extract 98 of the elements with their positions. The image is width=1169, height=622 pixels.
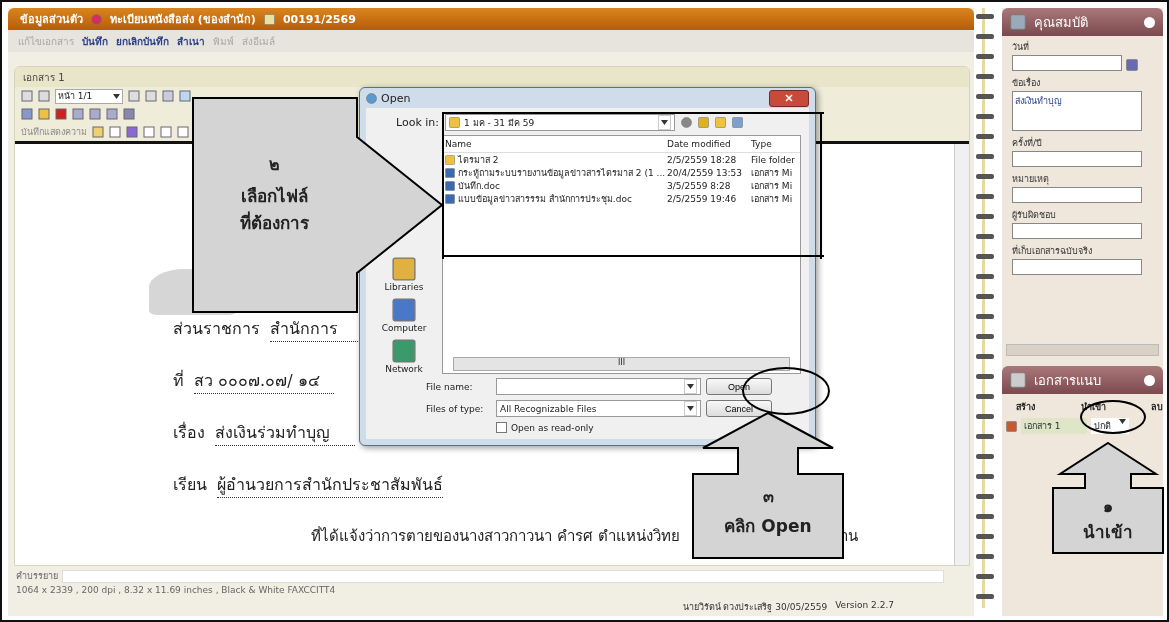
- document-label: เรื่อง: [173, 421, 205, 444]
- document-text: ที่ได้แจ้งว่าการตายของนางสาวกาวนา คำรศ ตำแหน่งวิทย: [311, 525, 680, 547]
- attachment-name[interactable]: เอกสาร 1: [1021, 418, 1087, 434]
- file-row[interactable]: แบบข้อมูลข่าวสารรรม สำนักการประชุม.doc 2/5/2559 19:46 เอกสาร Mi: [443, 192, 800, 205]
- caret-icon: [1119, 419, 1126, 424]
- callout-number: ๓: [761, 486, 775, 508]
- callout-text: เลือกไฟล์: [240, 185, 309, 208]
- subject-field[interactable]: ส่งเงินทำบุญ: [1012, 91, 1142, 131]
- place-item[interactable]: Libraries: [384, 257, 424, 292]
- caret-icon: [687, 384, 694, 389]
- file-row[interactable]: บันทึก.doc 3/5/2559 8:28 เอกสาร Mi: [443, 179, 800, 192]
- look-in-select[interactable]: 1 มค - 31 มีค 59: [445, 114, 675, 131]
- document-value: ผู้อำนวยการสำนักประชาสัมพันธ์: [217, 472, 443, 498]
- action-link[interactable]: สร้าง: [1016, 400, 1035, 414]
- document-value: สว ๐๐๐๗.๐๗/ ๑๔: [194, 368, 334, 394]
- page-icon[interactable]: [128, 90, 140, 102]
- field-label: ข้อเรื่อง: [1012, 76, 1041, 90]
- field-label: วันที่: [1012, 40, 1030, 54]
- field-label: ที่เก็บเอกสารฉบับจริง: [1012, 244, 1093, 258]
- file-type: เอกสาร Mi: [751, 180, 794, 193]
- vertical-scrollbar[interactable]: [954, 144, 969, 565]
- callout-text: คลิก Open: [723, 515, 813, 538]
- file-date: 20/4/2559 13:53: [667, 168, 743, 178]
- document-label: ส่วนราชการ: [173, 318, 260, 340]
- page-select[interactable]: หน้า 1/1: [55, 88, 123, 104]
- caret-icon: [687, 406, 694, 411]
- collapse-icon[interactable]: [1144, 374, 1155, 386]
- annotation-label: บันทึกแสดงความ: [21, 126, 87, 139]
- page-icon[interactable]: [106, 108, 118, 120]
- page-icon[interactable]: [179, 90, 191, 102]
- input-field[interactable]: [1012, 259, 1142, 275]
- callout-number: ๑: [1102, 496, 1114, 518]
- horizontal-scrollbar[interactable]: [1006, 344, 1159, 356]
- place-item[interactable]: Network: [385, 339, 423, 374]
- file-name-field[interactable]: [496, 378, 701, 395]
- file-type: เอกสาร Mi: [751, 193, 794, 206]
- field-label: หมายเหตุ: [1012, 173, 1050, 186]
- field-label: File name:: [426, 381, 474, 392]
- file-date: 2/5/2559 19:46: [667, 194, 738, 204]
- caption-field[interactable]: [62, 569, 944, 583]
- page-icon[interactable]: [38, 90, 50, 102]
- file-row[interactable]: ไตรมาส 2 2/5/2559 18:28 File folder: [443, 153, 800, 166]
- callout-text: ที่ต้องการ: [239, 210, 310, 235]
- file-name: บันทึก.doc: [458, 180, 501, 193]
- document-value: ส่งเงินร่วมทำบุญ: [215, 420, 355, 446]
- date-field[interactable]: [1012, 55, 1122, 71]
- file-row[interactable]: กระทู้ถามระบบรายงานข้อมูลข่าวสารไตรมาส 2 (1 ... 20/4/2559 13:53 เอกสาร Mi: [443, 166, 800, 179]
- file-name: กระทู้ถามระบบรายงานข้อมูลข่าวสารไตรมาส 2 (1 ...: [458, 167, 666, 180]
- field-label: ผู้รับผิดชอบ: [1012, 209, 1057, 222]
- section-title: ข้อมูลส่วนตัว: [20, 12, 83, 28]
- file-name: แบบข้อมูลข่าวสารรรม สำนักการประชุม.doc: [458, 193, 632, 206]
- close-button[interactable]: [769, 89, 809, 107]
- menu-item[interactable]: บันทึก: [82, 33, 108, 49]
- collapse-icon[interactable]: [1144, 16, 1155, 28]
- document-tab[interactable]: เอกสาร 1: [15, 67, 969, 87]
- version-text: Version 2.2.7: [835, 600, 894, 612]
- input-field[interactable]: [1012, 223, 1142, 239]
- image-info: 1064 x 2339 , 200 dpi , 8.32 x 11.69 inches , Black & White FAXCCITT4: [16, 585, 337, 595]
- field-label: Files of type:: [426, 403, 485, 414]
- column-header[interactable]: Type: [751, 139, 800, 149]
- highlight-ellipse: [1080, 400, 1146, 434]
- field-label: ครั้งที่/ปี: [1012, 136, 1044, 150]
- menu-item[interactable]: ยกเลิกบันทึก: [116, 33, 169, 49]
- column-header[interactable]: Name: [445, 139, 667, 149]
- cancel-button[interactable]: Cancel: [706, 400, 772, 417]
- document-number: 00191/2569: [282, 12, 356, 26]
- file-date: 2/5/2559 18:28: [667, 155, 738, 165]
- file-type: File folder: [751, 155, 797, 165]
- action-link[interactable]: ลบ: [1151, 400, 1163, 414]
- file-name: ไตรมาส 2: [458, 154, 499, 167]
- horizontal-scrollbar[interactable]: III: [453, 357, 790, 371]
- status-select[interactable]: ปกติ: [1091, 418, 1129, 434]
- document-label: ที่: [173, 369, 184, 392]
- page-icon[interactable]: [145, 90, 157, 102]
- user-info: นายวิรัตน์ ดวงประเสริฐ 30/05/2559: [682, 601, 828, 614]
- callout-number: ๒: [268, 154, 281, 176]
- close-icon: [785, 93, 793, 102]
- menu-item[interactable]: สำเนา: [177, 33, 205, 49]
- read-only-checkbox[interactable]: Open as read-only: [496, 422, 706, 433]
- panel-title: คุณสมบัติ: [1034, 13, 1088, 33]
- file-type: เอกสาร Mi: [751, 167, 794, 180]
- panel-title: เอกสารแนบ: [1034, 371, 1101, 390]
- page-icon[interactable]: [21, 90, 33, 102]
- column-header[interactable]: Date modified: [667, 139, 751, 149]
- callout-text: นำเข้า: [1082, 521, 1134, 544]
- caption-label: คำบรรยาย: [16, 570, 58, 583]
- caret-icon: [113, 93, 120, 99]
- document-label: เรียน: [173, 474, 207, 496]
- page-icon[interactable]: [72, 108, 84, 120]
- input-field[interactable]: [1012, 151, 1142, 167]
- file-type-select[interactable]: All Recognizable Files: [496, 400, 701, 417]
- look-in-label: Look in:: [396, 116, 439, 129]
- dialog-title: Open: [381, 91, 411, 105]
- input-field[interactable]: [1012, 187, 1142, 203]
- page-icon[interactable]: [89, 108, 101, 120]
- caret-icon: [661, 120, 668, 125]
- file-date: 3/5/2559 8:28: [667, 181, 732, 191]
- register-title: ทะเบียนหนังสือส่ง (ของสำนัก): [110, 12, 256, 28]
